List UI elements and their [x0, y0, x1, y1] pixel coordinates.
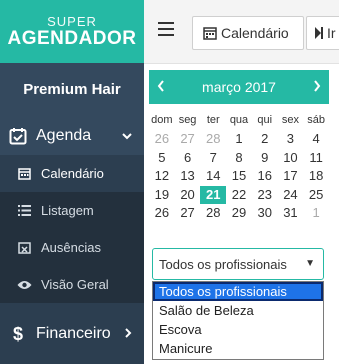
calendar-day[interactable]: 1 [226, 130, 252, 149]
weekday-label: sex [281, 114, 299, 126]
calendar-day[interactable]: 16 [252, 167, 278, 186]
chevron-down-icon [122, 129, 132, 143]
calendar-day[interactable]: 5 [149, 149, 175, 168]
submenu-label: Ausências [41, 240, 101, 255]
weekday-label: sáb [307, 114, 325, 126]
calendar-x-icon [16, 241, 32, 254]
calendar-day-today[interactable]: 21 [200, 185, 227, 204]
month-label[interactable]: março 2017 [202, 79, 276, 95]
calendar-day[interactable]: 28 [200, 130, 226, 149]
calendar-day[interactable]: 20 [175, 186, 201, 205]
salon-name: Premium Hair [0, 63, 144, 117]
mini-calendar: março 2017 dom seg ter qua qui sex sáb 26 27 28 1… [149, 70, 329, 223]
days-grid: 26 27 28 1 2 3 4 5 6 7 8 9 10 11 12 13 14 15 16 17 18 19 20 21 2… [149, 130, 329, 223]
top-toolbar: Calendário Ir [144, 0, 339, 64]
calendar-day[interactable]: 10 [278, 149, 304, 168]
calendar-view-button[interactable]: Calendário [192, 16, 304, 50]
dropdown-arrow-icon: ▼ [305, 258, 315, 269]
calendar-day[interactable]: 29 [226, 204, 252, 223]
dropdown-option[interactable]: Salão de Beleza [153, 301, 323, 320]
weekday-label: seg [178, 114, 197, 126]
list-icon [16, 205, 32, 216]
submenu-item-ausencias[interactable]: Ausências [0, 229, 144, 266]
submenu-label: Listagem [41, 203, 94, 218]
calendar-day[interactable]: 24 [278, 186, 304, 205]
calendar-day[interactable]: 28 [200, 204, 226, 223]
calendar-day[interactable]: 4 [303, 130, 329, 149]
calendar-day[interactable]: 30 [252, 204, 278, 223]
calendar-day[interactable]: 27 [175, 130, 201, 149]
calendar-day[interactable]: 18 [303, 167, 329, 186]
menu-item-financeiro[interactable]: $ Financeiro [0, 315, 144, 353]
menu-label-agenda: Agenda [36, 127, 92, 144]
calendar-day[interactable]: 26 [149, 130, 175, 149]
logo[interactable]: SUPER AGENDADOR [0, 0, 144, 63]
menu-item-agenda[interactable]: Agenda [0, 117, 144, 155]
calendar-header: março 2017 [149, 70, 329, 104]
sidebar: SUPER AGENDADOR Premium Hair Agenda Cale… [0, 0, 144, 364]
submenu-item-visao-geral[interactable]: Visão Geral [0, 266, 144, 303]
calendar-day[interactable]: 23 [252, 186, 278, 205]
next-month-icon[interactable] [313, 70, 321, 104]
calendar-day[interactable]: 2 [252, 130, 278, 149]
calendar-day[interactable]: 1 [303, 204, 329, 223]
submenu-item-calendario[interactable]: Calendário [0, 155, 144, 192]
dropdown-option[interactable]: Manicure [153, 339, 323, 358]
calendar-day[interactable]: 22 [226, 186, 252, 205]
weekday-row: dom seg ter qua qui sex sáb [149, 110, 329, 130]
calendar-day[interactable]: 26 [149, 204, 175, 223]
select-value: Todos os profissionais [159, 256, 287, 272]
weekday-label: dom [151, 114, 173, 126]
calendar-day[interactable]: 12 [149, 167, 175, 186]
go-button-label: Ir [327, 25, 336, 41]
weekday-label: qui [257, 114, 273, 126]
calendar-day[interactable]: 11 [303, 149, 329, 168]
dollar-icon: $ [12, 323, 23, 344]
calendar-check-icon [8, 126, 28, 146]
chevron-right-icon [124, 327, 132, 341]
calendar-day[interactable]: 14 [200, 167, 226, 186]
dropdown-option[interactable]: Escova [153, 320, 323, 339]
logo-line1: SUPER [47, 14, 97, 29]
menu-label-financeiro: Financeiro [36, 325, 111, 342]
prev-month-icon[interactable] [157, 70, 165, 104]
eye-icon [16, 280, 32, 290]
submenu-label: Calendário [41, 166, 104, 181]
step-forward-icon [315, 27, 323, 39]
calendar-day[interactable]: 3 [278, 130, 304, 149]
go-button[interactable]: Ir [306, 16, 339, 50]
agenda-submenu: Calendário Listagem Ausências Visão Gera… [0, 155, 144, 303]
calendar-day[interactable]: 15 [226, 167, 252, 186]
calendar-day[interactable]: 25 [303, 186, 329, 205]
calendar-button-label: Calendário [221, 25, 289, 41]
menu-toggle-icon[interactable] [158, 22, 174, 40]
weekday-label: ter [206, 114, 220, 126]
calendar-icon [16, 167, 32, 180]
calendar-day[interactable]: 17 [278, 167, 304, 186]
calendar-day[interactable]: 7 [200, 149, 226, 168]
calendar-day[interactable]: 9 [252, 149, 278, 168]
professional-select[interactable]: Todos os profissionais ▼ [152, 248, 324, 280]
weekday-label: qua [229, 114, 249, 126]
calendar-day[interactable]: 27 [175, 204, 201, 223]
calendar-day[interactable]: 13 [175, 167, 201, 186]
submenu-item-listagem[interactable]: Listagem [0, 192, 144, 229]
professional-dropdown-list: Todos os profissionais Salão de Beleza Esc… [152, 281, 324, 360]
calendar-day[interactable]: 31 [278, 204, 304, 223]
calendar-icon [203, 26, 217, 40]
logo-line2: AGENDADOR [7, 28, 137, 49]
dropdown-option[interactable]: Todos os profissionais [153, 282, 323, 301]
calendar-day[interactable]: 19 [149, 186, 175, 205]
calendar-day[interactable]: 8 [226, 149, 252, 168]
submenu-label: Visão Geral [41, 277, 109, 292]
calendar-day[interactable]: 6 [175, 149, 201, 168]
